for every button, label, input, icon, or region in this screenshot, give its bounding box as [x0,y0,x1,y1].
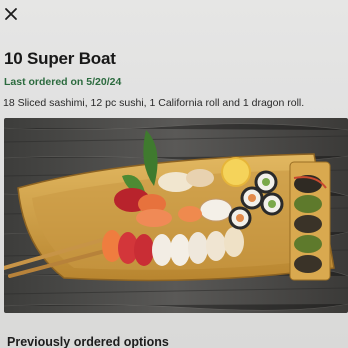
item-photo [4,118,348,313]
item-detail-screen: 10 Super Boat Last ordered on 5/20/24 18… [0,0,348,348]
previously-ordered-heading: Previously ordered options [7,335,169,348]
close-icon [5,8,17,20]
item-title: 10 Super Boat [4,49,116,68]
close-button[interactable] [2,5,20,23]
last-ordered-label: Last ordered on 5/20/24 [4,76,122,88]
item-description: 18 Sliced sashimi, 12 pc sushi, 1 Califo… [3,97,305,109]
